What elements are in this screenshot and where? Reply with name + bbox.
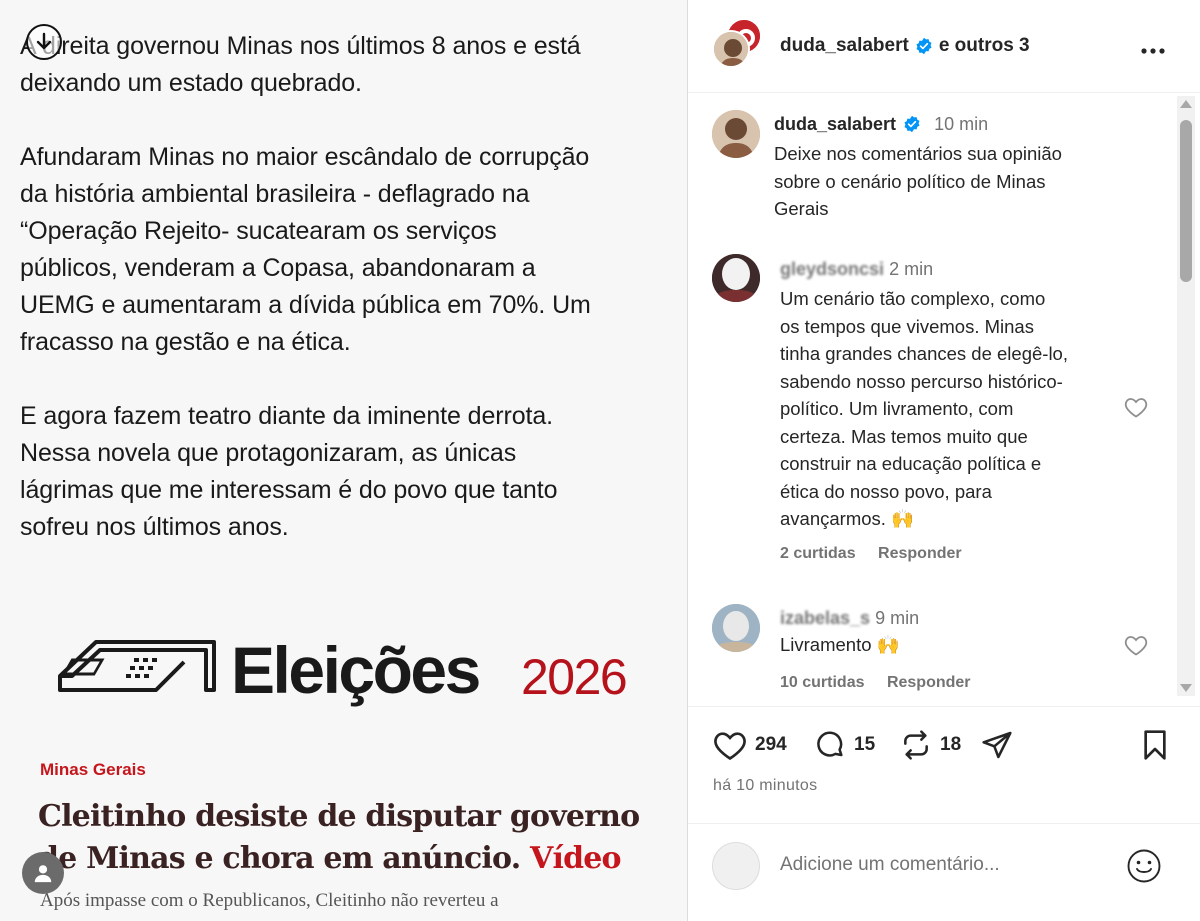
save-button[interactable] xyxy=(1140,729,1170,761)
like-count[interactable]: 294 xyxy=(755,734,787,756)
bookmark-icon xyxy=(1144,730,1166,760)
caption-text: Deixe nos comentários sua opinião sobre … xyxy=(774,143,1062,219)
action-bar: 294 15 18 há 10 minutos xyxy=(688,706,1200,821)
ballot-box-icon xyxy=(58,640,216,692)
news-headline-tag: Vídeo xyxy=(530,841,622,876)
repost-count[interactable]: 18 xyxy=(940,734,961,756)
post-header: duda_salabert e outros 3 xyxy=(688,0,1200,93)
heart-icon xyxy=(714,732,746,761)
news-lede: Após impasse com o Republicanos, Cleitin… xyxy=(40,890,499,911)
user-tags-button[interactable] xyxy=(22,852,64,894)
add-comment-bar xyxy=(688,823,1200,921)
post-image[interactable]: A direita governou Minas nos últimos 8 a… xyxy=(0,0,688,921)
reply-button[interactable]: Responder xyxy=(878,545,962,562)
user-icon xyxy=(34,865,52,883)
caption-username[interactable]: duda_salabert xyxy=(774,114,896,134)
comment-icon xyxy=(817,731,843,757)
verified-icon xyxy=(904,115,920,133)
send-icon xyxy=(982,731,1012,759)
verified-icon xyxy=(916,37,932,55)
caption-time: 10 min xyxy=(934,114,989,134)
repost-icon xyxy=(904,730,928,760)
more-options-button[interactable] xyxy=(1140,34,1166,62)
caption-header: duda_salabert 10 min xyxy=(774,114,988,135)
like-button[interactable]: 294 xyxy=(713,729,787,761)
logo-word: Eleições xyxy=(231,633,481,707)
scroll-down-icon[interactable] xyxy=(1180,684,1192,692)
comment-text: Um cenário tão complexo, como os tempos … xyxy=(780,288,1068,529)
news-headline: Cleitinho desiste de disputar governo de… xyxy=(38,796,658,880)
comment-button[interactable]: 15 xyxy=(814,729,875,761)
comment-likes[interactable]: 10 curtidas xyxy=(780,674,864,691)
comment-meta: 2 curtidas Responder xyxy=(780,545,980,563)
comment-time: 9 min xyxy=(875,608,920,628)
tweet-text: A direita governou Minas nos últimos 8 a… xyxy=(20,32,591,541)
comment-avatar[interactable] xyxy=(712,254,760,302)
comment-avatar[interactable] xyxy=(712,604,760,652)
comment-text: Livramento 🙌 xyxy=(780,634,900,655)
comment-username[interactable]: izabelas_s xyxy=(780,608,870,628)
header-others[interactable]: e outros 3 xyxy=(939,35,1030,57)
comment-time: 2 min xyxy=(889,259,934,279)
scroll-up-icon[interactable] xyxy=(1180,100,1192,108)
header-title[interactable]: duda_salabert e outros 3 xyxy=(780,35,1030,57)
comment-likes[interactable]: 2 curtidas xyxy=(780,545,856,562)
comment-input[interactable] xyxy=(780,854,1120,876)
comment-count[interactable]: 15 xyxy=(854,734,875,756)
reply-button[interactable]: Responder xyxy=(887,674,971,691)
current-user-avatar xyxy=(712,842,760,890)
scrollbar[interactable] xyxy=(1177,96,1195,696)
like-comment-icon[interactable] xyxy=(1124,396,1148,418)
comment-username[interactable]: gleydsoncsi xyxy=(780,259,884,279)
header-username[interactable]: duda_salabert xyxy=(780,35,909,57)
comments-list[interactable]: duda_salabert 10 min Deixe nos comentári… xyxy=(688,94,1200,706)
posted-time[interactable]: há 10 minutos xyxy=(713,777,817,795)
scrollbar-thumb[interactable] xyxy=(1180,120,1192,282)
like-comment-icon[interactable] xyxy=(1124,634,1148,656)
share-button[interactable] xyxy=(980,729,1014,761)
author-avatar[interactable] xyxy=(712,30,750,68)
repost-button[interactable]: 18 xyxy=(900,729,961,761)
elections-logo: Eleições 2026 xyxy=(56,628,656,708)
news-kicker: Minas Gerais xyxy=(40,760,146,779)
caption-avatar[interactable] xyxy=(712,110,760,158)
download-icon[interactable] xyxy=(26,24,62,60)
comment-header: izabelas_s 9 min xyxy=(780,608,919,629)
comment-meta: 10 curtidas Responder xyxy=(780,674,989,692)
more-horizontal-icon xyxy=(1141,48,1165,54)
logo-year: 2026 xyxy=(521,649,628,705)
comment-header: gleydsoncsi 2 min xyxy=(780,259,933,280)
emoji-icon[interactable] xyxy=(1126,848,1162,884)
comments-panel: duda_salabert e outros 3 duda_salabert 1… xyxy=(688,0,1200,921)
